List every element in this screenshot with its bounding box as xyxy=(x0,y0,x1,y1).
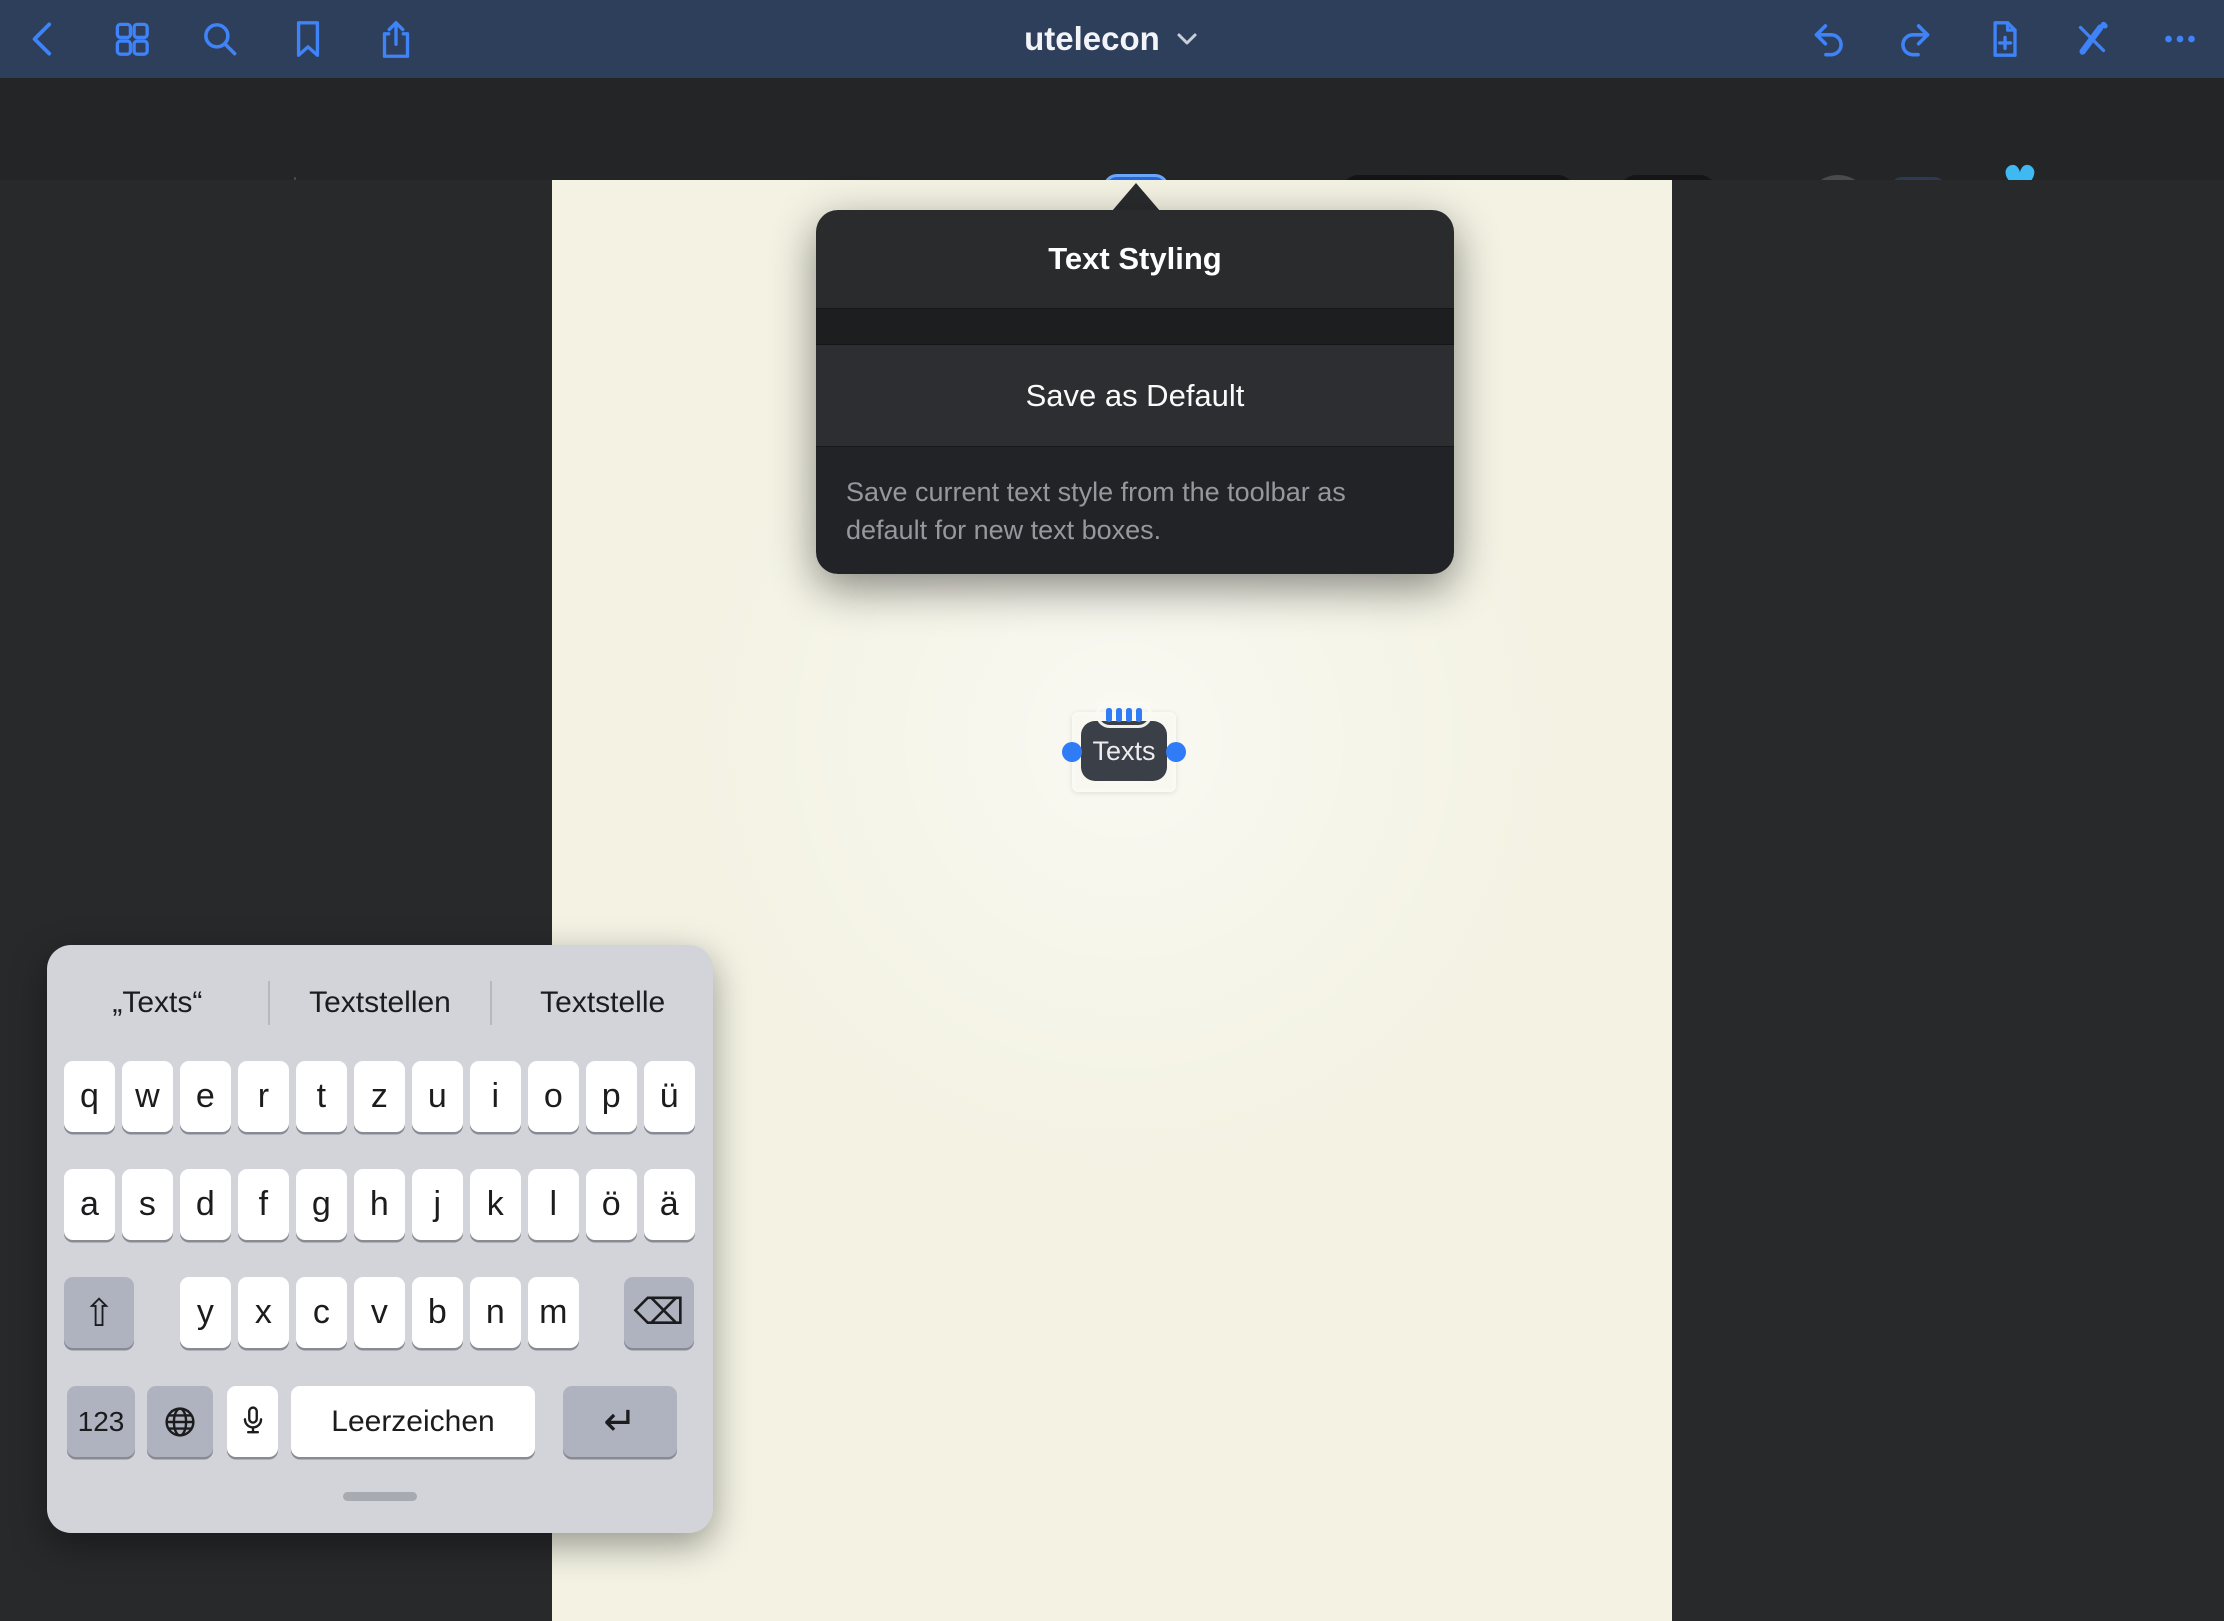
popup-strip xyxy=(816,309,1454,345)
key-k[interactable]: k xyxy=(470,1169,521,1240)
globe-key[interactable] xyxy=(147,1386,213,1457)
search-button[interactable] xyxy=(197,16,243,62)
key-u[interactable]: u xyxy=(412,1061,463,1132)
title-chevron-down-icon xyxy=(1174,30,1200,48)
pencil-cross-icon xyxy=(2069,16,2115,62)
dictation-key[interactable] xyxy=(227,1386,278,1457)
undo-icon xyxy=(1805,16,1851,62)
canvas-area: Text Styling Save as Default Save curren… xyxy=(0,180,2224,1621)
key-b[interactable]: b xyxy=(412,1277,463,1348)
grid-icon xyxy=(109,16,155,62)
key-y[interactable]: y xyxy=(180,1277,231,1348)
key-q[interactable]: q xyxy=(64,1061,115,1132)
shift-key[interactable]: ⇧ xyxy=(64,1277,134,1348)
document-title[interactable]: utelecon xyxy=(1024,20,1160,58)
redo-icon xyxy=(1893,16,1939,62)
key-i[interactable]: i xyxy=(470,1061,521,1132)
drag-bar xyxy=(1106,708,1112,722)
drag-bar xyxy=(1116,708,1122,722)
key-g[interactable]: g xyxy=(296,1169,347,1240)
topbar-left-group xyxy=(21,16,419,62)
tool-bar: a T HiraginoSans-... 16 xyxy=(0,78,2224,180)
key-p[interactable]: p xyxy=(586,1061,637,1132)
more-button[interactable] xyxy=(2157,16,2203,62)
key-j[interactable]: j xyxy=(412,1169,463,1240)
onscreen-keyboard: „Texts“ Textstellen Textstelle qwertzuio… xyxy=(47,945,713,1533)
text-styling-popup: Text Styling Save as Default Save curren… xyxy=(816,210,1454,574)
share-button[interactable] xyxy=(373,16,419,62)
globe-icon xyxy=(163,1405,197,1439)
stop-pencil-button[interactable] xyxy=(2069,16,2115,62)
key-s[interactable]: s xyxy=(122,1169,173,1240)
key-m[interactable]: m xyxy=(528,1277,579,1348)
suggestion-1[interactable]: Textstellen xyxy=(270,986,491,1020)
drag-bar xyxy=(1136,708,1142,722)
keyboard-row-3-letters: yxcvbnm xyxy=(180,1277,579,1348)
top-nav-bar: utelecon xyxy=(0,0,2224,78)
bookmark-button[interactable] xyxy=(285,16,331,62)
key-x[interactable]: x xyxy=(238,1277,289,1348)
key-h[interactable]: h xyxy=(354,1169,405,1240)
ellipsis-icon xyxy=(2157,16,2203,62)
key-ö[interactable]: ö xyxy=(586,1169,637,1240)
key-a[interactable]: a xyxy=(64,1169,115,1240)
back-chevron-icon xyxy=(21,16,67,62)
return-key[interactable]: ↵ xyxy=(563,1386,677,1457)
popup-title: Text Styling xyxy=(816,210,1454,309)
key-v[interactable]: v xyxy=(354,1277,405,1348)
keyboard-row-2: asdfghjklöä xyxy=(64,1169,695,1240)
key-r[interactable]: r xyxy=(238,1061,289,1132)
textbox[interactable]: Texts xyxy=(1081,721,1167,781)
textbox-left-handle[interactable] xyxy=(1062,742,1082,762)
space-key[interactable]: Leerzeichen xyxy=(291,1386,535,1457)
key-w[interactable]: w xyxy=(122,1061,173,1132)
numbers-key[interactable]: 123 xyxy=(67,1386,135,1457)
key-o[interactable]: o xyxy=(528,1061,579,1132)
add-page-icon xyxy=(1981,16,2027,62)
key-f[interactable]: f xyxy=(238,1169,289,1240)
key-ü[interactable]: ü xyxy=(644,1061,695,1132)
bookmark-icon xyxy=(285,16,331,62)
key-t[interactable]: t xyxy=(296,1061,347,1132)
keyboard-row-1: qwertzuiopü xyxy=(64,1061,695,1132)
share-icon xyxy=(373,16,419,62)
suggestion-2[interactable]: Textstelle xyxy=(492,986,713,1020)
key-l[interactable]: l xyxy=(528,1169,579,1240)
undo-button[interactable] xyxy=(1805,16,1851,62)
popup-description: Save current text style from the toolbar… xyxy=(816,447,1454,574)
back-button[interactable] xyxy=(21,16,67,62)
textbox-drag-handle[interactable] xyxy=(1096,701,1152,728)
backspace-key[interactable]: ⌫ xyxy=(624,1277,694,1348)
topbar-right-group xyxy=(1805,16,2203,62)
save-as-default-button[interactable]: Save as Default xyxy=(816,345,1454,447)
redo-button[interactable] xyxy=(1893,16,1939,62)
drag-bar xyxy=(1126,708,1132,722)
keyboard-drag-handle[interactable] xyxy=(343,1492,417,1501)
key-ä[interactable]: ä xyxy=(644,1169,695,1240)
key-e[interactable]: e xyxy=(180,1061,231,1132)
key-z[interactable]: z xyxy=(354,1061,405,1132)
search-icon xyxy=(197,16,243,62)
suggestion-bar: „Texts“ Textstellen Textstelle xyxy=(47,963,713,1043)
key-n[interactable]: n xyxy=(470,1277,521,1348)
key-d[interactable]: d xyxy=(180,1169,231,1240)
add-page-button[interactable] xyxy=(1981,16,2027,62)
key-c[interactable]: c xyxy=(296,1277,347,1348)
thumbnails-button[interactable] xyxy=(109,16,155,62)
suggestion-exact[interactable]: „Texts“ xyxy=(47,986,268,1020)
textbox-right-handle[interactable] xyxy=(1166,742,1186,762)
microphone-icon xyxy=(238,1405,268,1438)
